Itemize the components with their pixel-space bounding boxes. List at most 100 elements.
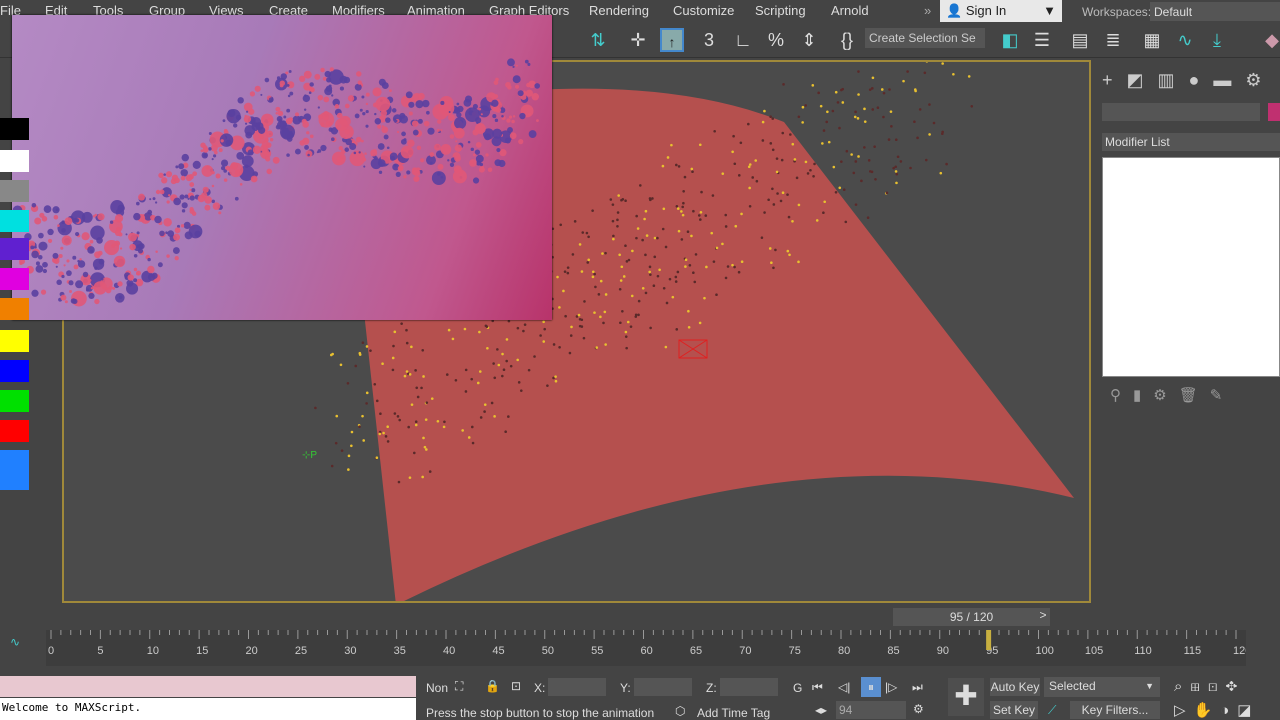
ruler-label: 40 <box>443 645 455 657</box>
ruler-label: 55 <box>591 645 603 657</box>
set-key-big-button[interactable]: ✚ <box>948 678 984 716</box>
color-swatch[interactable] <box>0 180 29 202</box>
viewport-nav-top[interactable]: ⌕⊞⊡✥ <box>1174 678 1245 695</box>
spinner-snap-icon[interactable]: ⇕ <box>797 28 821 52</box>
viewport-nav-bottom[interactable]: ▷✋◑◪ <box>1174 701 1259 719</box>
add-time-tag-button[interactable]: Add Time Tag <box>697 706 770 720</box>
key-tangent-icon[interactable]: ⟋ <box>1048 703 1056 718</box>
go-to-start-icon[interactable]: ⏮ <box>812 680 823 695</box>
color-swatch[interactable] <box>0 268 29 290</box>
color-swatch[interactable] <box>0 420 29 442</box>
workspaces-dropdown[interactable]: Default <box>1150 2 1280 21</box>
menu-arnold[interactable]: Arnold <box>831 3 869 18</box>
color-swatch[interactable] <box>0 210 29 232</box>
y-label: Y: <box>620 681 631 695</box>
current-frame-field[interactable]: 94 <box>836 701 906 719</box>
scene-explorer-icon[interactable]: ▤ <box>1068 28 1092 52</box>
render-setup-icon[interactable]: ⤓ <box>1205 28 1229 52</box>
named-selection-icon[interactable]: {} <box>835 28 859 52</box>
ruler-label: 105 <box>1085 645 1103 657</box>
ruler-label: 25 <box>295 645 307 657</box>
frame-spinner-icon: ◂▸ <box>815 703 828 717</box>
track-bar[interactable]: 0 5 10 15 20 25 30 35 40 45 50 55 60 65 70 75 80 85 90 95 10… <box>46 630 1246 666</box>
material-editor-icon[interactable]: ◆ <box>1260 28 1280 52</box>
sign-in-label: Sign In <box>965 3 1007 18</box>
curve-editor-icon[interactable]: ∿ <box>1173 28 1197 52</box>
object-color-swatch[interactable] <box>1268 103 1280 121</box>
ruler-label: 120 <box>1233 645 1246 657</box>
menu-rendering[interactable]: Rendering <box>589 3 649 18</box>
maxscript-text: Welcome to MAXScript. <box>2 701 142 714</box>
align-icon[interactable]: ☰ <box>1030 28 1054 52</box>
menu-scripting[interactable]: Scripting <box>755 3 806 18</box>
isolate-icon[interactable]: ⛶ <box>455 679 463 694</box>
pause-button[interactable]: ⏸ <box>861 677 881 697</box>
menu-customize[interactable]: Customize <box>673 3 734 18</box>
pivot-icon: ⊹P <box>302 450 317 461</box>
key-mode-dropdown[interactable]: Selected ▼ <box>1044 677 1160 697</box>
color-swatch[interactable] <box>0 118 29 140</box>
set-key-button[interactable]: Set Key <box>990 701 1038 719</box>
y-field[interactable] <box>634 678 692 696</box>
absolute-mode-icon[interactable]: ⊡ <box>511 679 521 693</box>
layer-explorer-icon[interactable]: ≣ <box>1101 28 1125 52</box>
color-swatch[interactable] <box>0 298 29 320</box>
modifier-list-label: Modifier List <box>1105 135 1170 149</box>
modifier-list-dropdown[interactable]: Modifier List <box>1102 133 1280 151</box>
workspaces-label: Workspaces: <box>1082 5 1152 19</box>
overflow-icon[interactable]: » <box>924 3 931 18</box>
time-slider[interactable]: 95 / 120 <box>893 608 1050 626</box>
prompt-text: Press the stop button to stop the animat… <box>426 706 655 720</box>
workspaces-value: Default <box>1154 5 1193 19</box>
go-to-end-icon[interactable]: ⏭ <box>912 680 923 695</box>
selection-set-value: Create Selection Se <box>869 31 976 45</box>
curve-toggle-icon[interactable]: ∿ <box>10 635 20 649</box>
ruler-label: 80 <box>838 645 850 657</box>
color-swatch[interactable] <box>0 390 29 412</box>
next-frame-button[interactable]: > <box>1036 608 1050 626</box>
ruler-label: 0 <box>48 645 54 657</box>
bind-icon[interactable]: ⇅ <box>586 28 610 52</box>
color-swatch[interactable] <box>0 150 29 172</box>
modifier-stack[interactable] <box>1102 157 1280 377</box>
chevron-down-icon: ▼ <box>1145 681 1154 691</box>
prev-key-icon[interactable]: ◁| <box>838 680 850 694</box>
user-icon: 👤 <box>946 3 963 18</box>
ruler-label: 115 <box>1184 645 1202 657</box>
ruler-label: 35 <box>394 645 406 657</box>
ruler-label: 45 <box>492 645 504 657</box>
maxscript-output[interactable]: Welcome to MAXScript. <box>0 698 416 720</box>
time-config-icon[interactable]: ⚙ <box>913 702 924 716</box>
color-swatch[interactable] <box>0 238 29 260</box>
ruler-label: 70 <box>739 645 751 657</box>
color-swatch[interactable] <box>0 450 29 490</box>
x-field[interactable] <box>548 678 606 696</box>
key-filters-button[interactable]: Key Filters... <box>1070 701 1160 719</box>
z-field[interactable] <box>720 678 778 696</box>
sign-in-button[interactable]: 👤 Sign In ▼ <box>940 0 1062 22</box>
current-frame-value: 94 <box>839 703 853 717</box>
snap-3d-icon[interactable]: 3 <box>697 28 721 52</box>
next-key-icon[interactable]: |▷ <box>885 680 897 694</box>
mirror-icon[interactable]: ◧ <box>998 28 1022 52</box>
auto-key-label: Auto Key <box>990 680 1040 694</box>
angle-snap-icon[interactable]: ∟ <box>731 28 755 52</box>
object-name-field[interactable] <box>1102 103 1260 121</box>
ruler-label: 10 <box>147 645 159 657</box>
move-icon[interactable]: ✛ <box>626 28 650 52</box>
selection-set-dropdown[interactable]: Create Selection Se <box>865 28 985 48</box>
schematic-icon[interactable]: ▦ <box>1140 28 1164 52</box>
color-swatch[interactable] <box>0 360 29 382</box>
auto-key-button[interactable]: Auto Key <box>990 678 1040 696</box>
command-tabs[interactable]: +◩▥●▬⚙ <box>1102 70 1276 91</box>
z-label: Z: <box>706 681 717 695</box>
ruler-label: 20 <box>246 645 258 657</box>
stack-tools[interactable]: ⚲▮⚙🗑✎ <box>1110 386 1234 404</box>
percent-snap-icon[interactable]: % <box>764 28 788 52</box>
color-swatch[interactable] <box>0 330 29 352</box>
maxscript-listener-input[interactable] <box>0 676 416 697</box>
render-preview <box>12 15 552 320</box>
render-image <box>12 58 541 307</box>
lock-icon[interactable]: 🔒 <box>485 679 500 693</box>
select-icon[interactable]: ↑ <box>660 28 684 52</box>
